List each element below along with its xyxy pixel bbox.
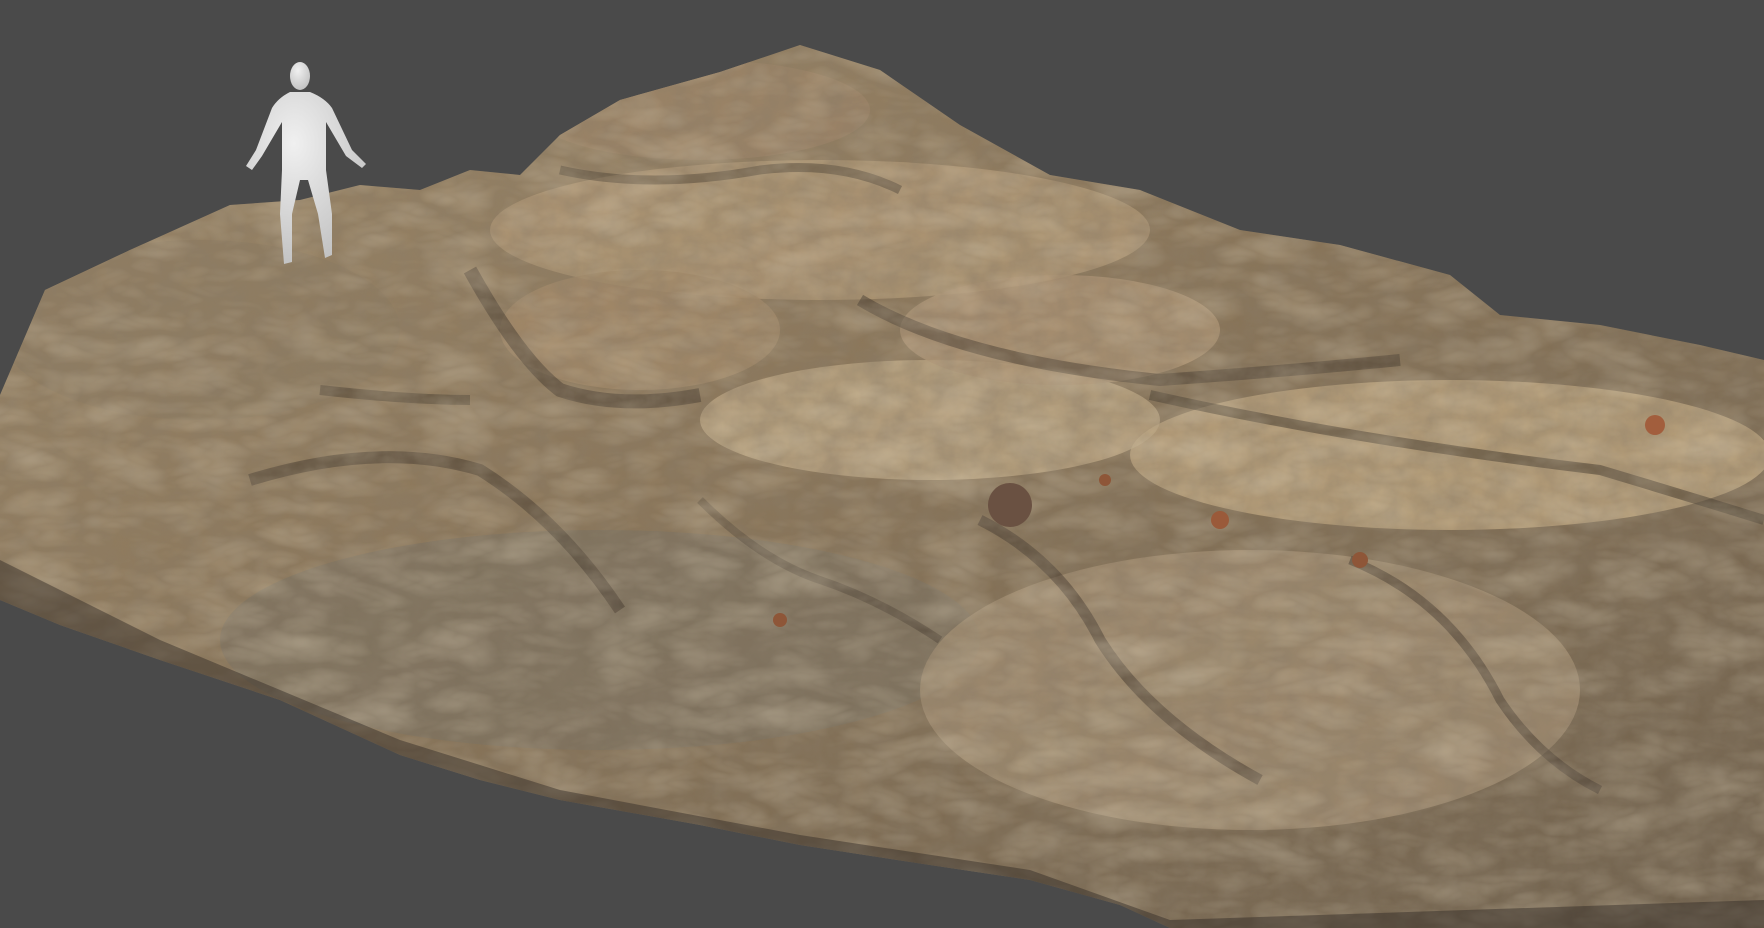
- rust-stone: [773, 613, 787, 627]
- rust-stone: [988, 483, 1032, 527]
- rock-scan-scene: [0, 0, 1764, 928]
- rust-stone: [1099, 474, 1111, 486]
- rust-stone: [1645, 415, 1665, 435]
- rust-stone: [1211, 511, 1229, 529]
- 3d-viewport[interactable]: [0, 0, 1764, 928]
- mannequin-head: [290, 62, 310, 90]
- rust-stone: [1352, 552, 1368, 568]
